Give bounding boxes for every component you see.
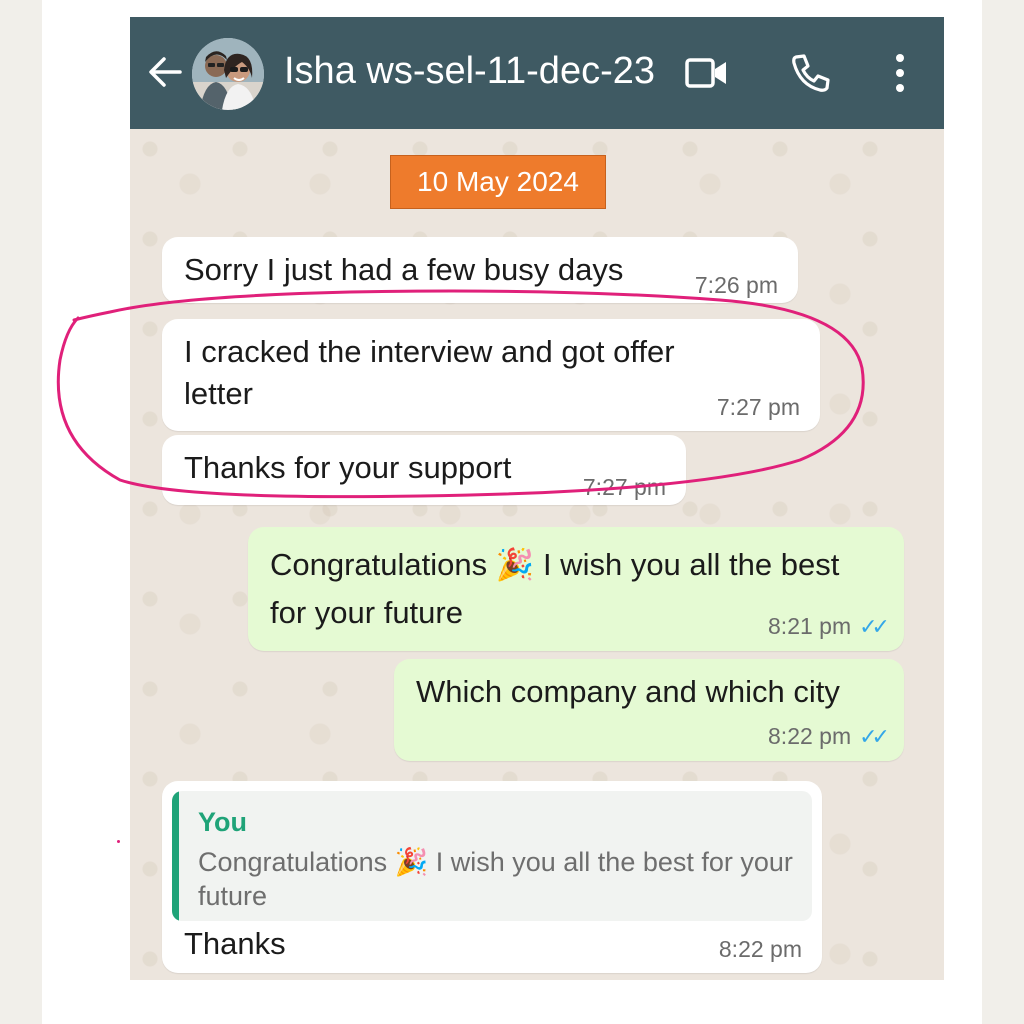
date-separator: 10 May 2024 <box>390 155 606 209</box>
message-meta: 8:22 pm ✓✓ <box>768 722 890 751</box>
message-time: 8:22 pm <box>768 723 852 749</box>
message-bubble-reply[interactable]: You Congratulations 🎉 I wish you all the… <box>162 781 822 973</box>
message-time: 8:21 pm <box>768 613 852 639</box>
kebab-menu-icon[interactable] <box>876 49 924 97</box>
quoted-message[interactable]: You Congratulations 🎉 I wish you all the… <box>172 791 812 921</box>
quoted-text: Congratulations 🎉 I wish you all the bes… <box>198 847 793 911</box>
chat-screen: Isha ws-sel-11-dec-23 10 May 2024 Sorry … <box>130 17 944 980</box>
avatar-photo <box>192 38 264 110</box>
message-time: 7:27 pm <box>716 394 800 420</box>
message-bubble-outgoing[interactable]: Congratulations 🎉 I wish you all the bes… <box>248 527 904 651</box>
avatar[interactable] <box>192 38 264 110</box>
quoted-author: You <box>198 807 247 837</box>
phone-icon[interactable] <box>786 49 834 97</box>
message-text: Thanks <box>184 926 286 961</box>
arrow-left-icon[interactable] <box>146 53 184 91</box>
message-bubble[interactable]: Thanks for your support 7:27 pm <box>162 435 686 505</box>
double-check-icon: ✓✓ <box>859 724 890 749</box>
chat-header: Isha ws-sel-11-dec-23 <box>130 17 944 129</box>
message-text: Which company and which city <box>416 674 840 709</box>
message-list[interactable]: 10 May 2024 Sorry I just had a few busy … <box>130 129 944 980</box>
quote-accent-bar <box>172 791 179 921</box>
message-time: 7:26 pm <box>694 272 778 298</box>
message-time: 7:27 pm <box>582 474 666 500</box>
message-meta: 8:21 pm ✓✓ <box>768 612 890 641</box>
annotation-dot <box>117 840 120 843</box>
double-check-icon: ✓✓ <box>859 614 890 639</box>
message-time: 8:22 pm <box>718 936 802 962</box>
message-bubble-outgoing[interactable]: Which company and which city 8:22 pm ✓✓ <box>394 659 904 761</box>
video-camera-icon[interactable] <box>682 49 730 97</box>
message-text: Congratulations 🎉 I wish you all the bes… <box>270 547 840 630</box>
message-bubble[interactable]: Sorry I just had a few busy days 7:26 pm <box>162 237 798 303</box>
message-bubble[interactable]: I cracked the interview and got offer le… <box>162 319 820 431</box>
message-text: Sorry I just had a few busy days <box>184 252 624 287</box>
contact-name[interactable]: Isha ws-sel-11-dec-23 <box>284 47 655 95</box>
message-text: I cracked the interview and got offer le… <box>184 334 675 411</box>
